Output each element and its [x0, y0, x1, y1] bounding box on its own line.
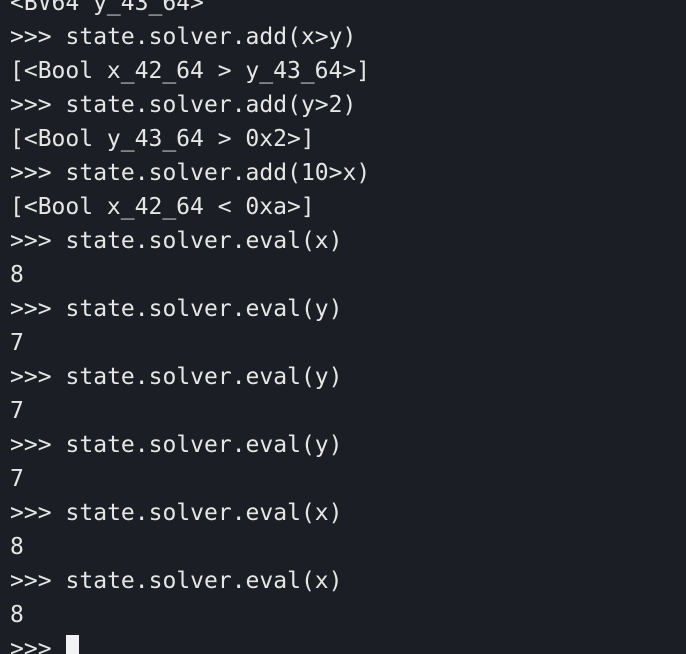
prompt: >>>	[10, 568, 52, 594]
input-line: >>> state.solver.eval(y)	[10, 428, 686, 462]
command-text: state.solver.eval(y)	[65, 364, 343, 390]
output-text: 7	[10, 466, 24, 492]
output-line: [<Bool y_43_64 > 0x2>]	[10, 122, 686, 156]
command-text: state.solver.eval(y)	[65, 432, 343, 458]
prompt: >>>	[10, 364, 52, 390]
command-text: state.solver.eval(x)	[65, 568, 343, 594]
terminal-output: <BV64 y_43_64> >>> state.solver.add(x>y) …	[10, 0, 686, 654]
output-line: 7	[10, 394, 686, 428]
output-line: 8	[10, 258, 686, 292]
prompt: >>>	[10, 160, 52, 186]
input-line: >>> state.solver.eval(x)	[10, 564, 686, 598]
command-text: state.solver.add(10>x)	[65, 160, 371, 186]
input-line: >>> state.solver.add(y>2)	[10, 88, 686, 122]
command-text: state.solver.eval(y)	[65, 296, 343, 322]
input-line: >>> state.solver.add(x>y)	[10, 20, 686, 54]
output-line: [<Bool x_42_64 < 0xa>]	[10, 190, 686, 224]
output-line: 8	[10, 598, 686, 632]
prompt: >>>	[10, 636, 52, 654]
output-line: 7	[10, 462, 686, 496]
input-line: >>> state.solver.add(10>x)	[10, 156, 686, 190]
output-text: 8	[10, 602, 24, 628]
prompt: >>>	[10, 24, 52, 50]
output-text: [<Bool x_42_64 > y_43_64>]	[10, 58, 371, 84]
output-line: 7	[10, 326, 686, 360]
output-text: 8	[10, 262, 24, 288]
prompt: >>>	[10, 432, 52, 458]
output-line: [<Bool x_42_64 > y_43_64>]	[10, 54, 686, 88]
prompt: >>>	[10, 228, 52, 254]
input-line: >>> state.solver.eval(y)	[10, 292, 686, 326]
output-text: 8	[10, 534, 24, 560]
text-cursor	[65, 635, 79, 654]
prompt: >>>	[10, 296, 52, 322]
output-line: 8	[10, 530, 686, 564]
output-text: 7	[10, 398, 24, 424]
output-text: [<Bool y_43_64 > 0x2>]	[10, 126, 315, 152]
output-line: <BV64 y_43_64>	[10, 0, 686, 20]
command-text: state.solver.eval(x)	[65, 500, 343, 526]
terminal-window[interactable]: <BV64 y_43_64> >>> state.solver.add(x>y) …	[0, 0, 686, 654]
command-text: state.solver.eval(x)	[65, 228, 343, 254]
input-line: >>> state.solver.eval(x)	[10, 224, 686, 258]
output-text: 7	[10, 330, 24, 356]
current-input-line[interactable]: >>>	[10, 632, 686, 654]
input-line: >>> state.solver.eval(y)	[10, 360, 686, 394]
command-text: state.solver.add(x>y)	[65, 24, 357, 50]
command-text: state.solver.add(y>2)	[65, 92, 357, 118]
input-line: >>> state.solver.eval(x)	[10, 496, 686, 530]
output-text: <BV64 y_43_64>	[10, 0, 204, 16]
output-text: [<Bool x_42_64 < 0xa>]	[10, 194, 315, 220]
prompt: >>>	[10, 92, 52, 118]
prompt: >>>	[10, 500, 52, 526]
